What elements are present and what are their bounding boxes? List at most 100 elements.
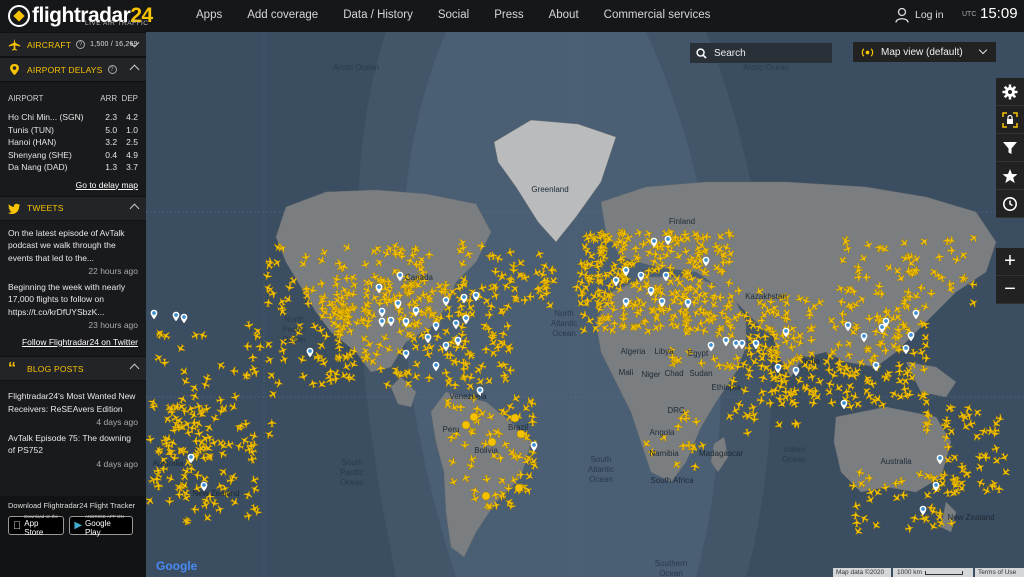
- map-label: South: [342, 458, 363, 467]
- nav-social[interactable]: Social: [438, 9, 469, 21]
- search-box[interactable]: Search: [690, 43, 832, 63]
- terms-of-use-link[interactable]: Terms of Use: [975, 568, 1024, 577]
- chevron-up-icon: [129, 64, 140, 75]
- map-label: Southern: [655, 559, 687, 568]
- blog-post-title[interactable]: AvTalk Episode 75: The downing of PS752: [8, 432, 138, 457]
- delay-map-link[interactable]: Go to delay map: [76, 180, 138, 190]
- tweets-title: TWEETS: [27, 203, 64, 213]
- nav-press[interactable]: Press: [494, 9, 523, 21]
- dep-value: 4.9: [126, 149, 138, 160]
- nav-about[interactable]: About: [549, 9, 579, 21]
- arr-value: 2.3: [105, 112, 118, 123]
- login-label: Log in: [915, 9, 944, 21]
- map-label: Ethiopia: [712, 383, 741, 392]
- blog-post-title[interactable]: Flightradar24's Most Wanted New Receiver…: [8, 390, 138, 415]
- map-label: Ocean: [659, 569, 683, 577]
- sidebar: AIRCRAFT ? 1,500 / 16,269 AIRPORT DELAYS…: [0, 32, 146, 577]
- map-label: Namibia: [649, 449, 679, 458]
- blog-posts-title: BLOG POSTS: [27, 363, 84, 374]
- history-clock-icon: [1003, 196, 1017, 211]
- map-label: Niger: [641, 370, 660, 379]
- airport-delays-panel-header[interactable]: AIRPORT DELAYS ?: [0, 57, 146, 82]
- search-placeholder: Search: [714, 47, 746, 59]
- blog-post-time: 4 days ago: [96, 417, 138, 427]
- twitter-bird-icon: [8, 203, 21, 214]
- nav-apps[interactable]: Apps: [196, 9, 222, 21]
- airport-name: Da Nang (DAD): [8, 162, 68, 173]
- quote-icon: “: [8, 360, 17, 377]
- chevron-down-icon: [978, 45, 988, 55]
- tweet-time: 23 hours ago: [88, 320, 138, 330]
- map-label: North: [284, 315, 304, 324]
- airport-name: Ho Chi Min... (SGN): [8, 112, 84, 123]
- zoom-in-button[interactable]: +: [996, 248, 1024, 276]
- blog-list: Flightradar24's Most Wanted New Receiver…: [0, 381, 146, 472]
- apple-icon: : [13, 520, 21, 532]
- playback-button[interactable]: [996, 190, 1024, 218]
- map-label: South Africa: [650, 476, 694, 485]
- table-row[interactable]: Tunis (TUN) 5.0 1.0: [8, 124, 138, 137]
- map-view-select[interactable]: Map view (default): [853, 42, 996, 62]
- table-row[interactable]: Hanoi (HAN) 3.2 2.5: [8, 136, 138, 149]
- map-label: Pacific: [340, 468, 364, 477]
- map-label: Ocean: [782, 455, 806, 464]
- map-label: Chad: [664, 369, 683, 378]
- google-play-label: Google Play: [77, 519, 121, 537]
- aircraft-panel-header[interactable]: AIRCRAFT ? 1,500 / 16,269: [0, 32, 146, 57]
- tweet-text[interactable]: Beginning the week with nearly 17,000 fl…: [8, 281, 138, 319]
- help-icon[interactable]: ?: [107, 65, 117, 74]
- map-label: Atlantic: [588, 465, 614, 474]
- zoom-out-button[interactable]: −: [996, 276, 1024, 304]
- map-label: Atlantic: [551, 319, 577, 328]
- fullscreen-lock-icon: [1002, 111, 1018, 128]
- airport-delays-table: AIRPORT ARR DEP Ho Chi Min... (SGN) 2.3 4.…: [0, 82, 146, 190]
- scale-bar[interactable]: 1000 km: [893, 568, 973, 577]
- map-label: Indian: [783, 445, 805, 454]
- delays-header-row: AIRPORT ARR DEP: [8, 94, 138, 103]
- map-label: Angola: [650, 428, 675, 437]
- blog-post-time: 4 days ago: [96, 458, 138, 469]
- airport-delays-title: AIRPORT DELAYS: [27, 64, 103, 75]
- tweet-list: On the latest episode of AvTalk podcast …: [0, 221, 146, 357]
- google-play-badge[interactable]: ▶ ANDROID APP ON Google Play: [69, 514, 133, 537]
- tweet-text[interactable]: On the latest episode of AvTalk podcast …: [8, 227, 138, 265]
- map-label: New Zealand: [947, 513, 994, 522]
- follow-twitter-link[interactable]: Follow Flightradar24 on Twitter: [22, 337, 138, 347]
- filter-button[interactable]: [996, 134, 1024, 162]
- dep-value: 3.7: [126, 162, 138, 173]
- arr-value: 3.2: [105, 137, 118, 148]
- map-label: Arctic Ocean: [333, 63, 379, 72]
- login-button[interactable]: Log in: [895, 7, 944, 23]
- app-store-badge[interactable]:  Download on theApp Store: [8, 514, 65, 537]
- plus-icon: +: [1004, 250, 1016, 272]
- dep-value: 4.2: [126, 112, 138, 123]
- table-row[interactable]: Ho Chi Min... (SGN) 2.3 4.2: [8, 111, 138, 124]
- app-store-label: App Store: [16, 519, 52, 537]
- flight-map[interactable]: Arctic Ocean Arctic Ocean Greenland Finl…: [146, 32, 1024, 577]
- blog-posts-panel-header[interactable]: “ BLOG POSTS: [0, 356, 146, 381]
- tweets-panel-header[interactable]: TWEETS: [0, 195, 146, 221]
- map-label: Ocean: [340, 478, 364, 487]
- download-app-section: Download Flightradar24 Flight Tracker  …: [0, 496, 146, 577]
- nav-data-history[interactable]: Data / History: [343, 9, 413, 21]
- map-label: Canada: [405, 273, 434, 282]
- map-label: Ocean: [282, 335, 306, 344]
- map-data-credit: Map data ©2020: [833, 568, 891, 577]
- fullscreen-lock-button[interactable]: [996, 106, 1024, 134]
- map-label: Finland: [669, 217, 695, 226]
- map-label: Kazakhstan: [745, 292, 787, 301]
- dep-value: 1.0: [126, 124, 138, 135]
- table-row[interactable]: Shenyang (SHE) 0.4 4.9: [8, 149, 138, 162]
- map-label: Arctic Ocean: [743, 63, 789, 72]
- nav-commercial-services[interactable]: Commercial services: [604, 9, 711, 21]
- map-label: Sudan: [689, 369, 712, 378]
- settings-button[interactable]: [996, 78, 1024, 106]
- col-arr: ARR: [100, 94, 118, 103]
- map-label: Brazil: [508, 423, 528, 432]
- nav-add-coverage[interactable]: Add coverage: [247, 9, 318, 21]
- table-row[interactable]: Da Nang (DAD) 1.3 3.7: [8, 161, 138, 174]
- help-icon[interactable]: ?: [76, 40, 86, 49]
- favorites-button[interactable]: [996, 162, 1024, 190]
- map-label: Australia: [152, 459, 184, 468]
- arr-value: 0.4: [105, 149, 118, 160]
